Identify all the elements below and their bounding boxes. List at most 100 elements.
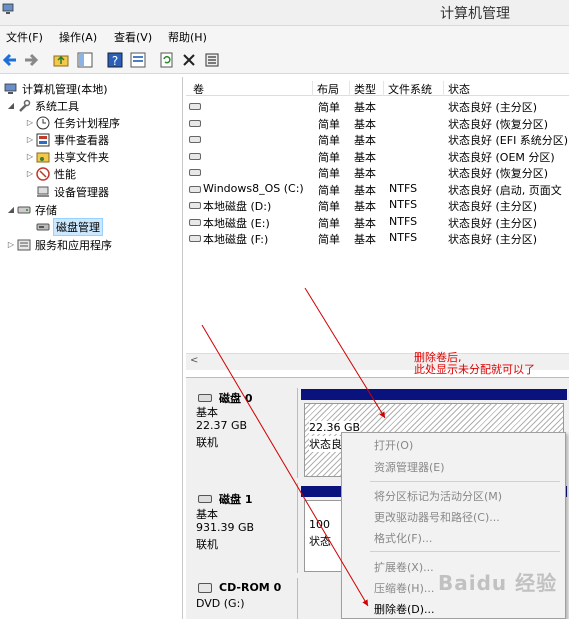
volume-status: 状态良好 (主分区) [448, 233, 538, 246]
menu-item-delete-volume[interactable]: 删除卷(D)... [374, 601, 435, 617]
volume-type: 基本 [354, 183, 376, 197]
menu-separator [370, 481, 560, 482]
forward-arrow-icon[interactable] [22, 51, 40, 69]
tree-item-system-tools[interactable]: ◢ 系统工具 [6, 97, 79, 114]
tree-item-device-manager[interactable]: 设备管理器 [25, 183, 109, 200]
disk-drive-icon [198, 394, 212, 402]
tree-item-disk-management[interactable]: 磁盘管理 [25, 217, 103, 236]
cd-drive-icon [198, 583, 212, 593]
volume-row[interactable]: 本地磁盘 (E:) 简单 基本 NTFS 状态良好 (主分区) [186, 214, 569, 230]
volume-name: 本地磁盘 (E:) [203, 216, 270, 230]
volume-status: 状态良好 (主分区) [448, 101, 538, 114]
volume-status: 状态良好 (EFI 系统分区) [448, 134, 569, 147]
volume-fs: NTFS [389, 231, 418, 244]
volume-layout: 简单 [318, 167, 340, 180]
expand-right-arrow-icon[interactable]: ▷ [25, 169, 35, 178]
volume-layout: 简单 [318, 183, 340, 197]
expand-right-arrow-icon[interactable]: ▷ [6, 240, 16, 249]
menu-file[interactable]: 文件(F) [6, 29, 43, 45]
header-volume[interactable]: 卷 [189, 81, 313, 96]
menu-item-format[interactable]: 格式化(F)... [374, 530, 432, 546]
expand-right-arrow-icon[interactable]: ▷ [25, 152, 35, 161]
shared-folder-icon [35, 149, 51, 165]
event-viewer-icon [35, 132, 51, 148]
volume-status: 状态良好 (恢复分区) [448, 167, 549, 180]
tree-item-computer-management[interactable]: 计算机管理(本地) [3, 80, 108, 97]
baidu-watermark: Baidu 经验 [438, 571, 558, 595]
show-hide-tree-icon[interactable] [76, 51, 94, 69]
disk-1-label[interactable]: 磁盘 1 基本 931.39 GB 联机 [189, 483, 298, 573]
menu-view[interactable]: 查看(V) [114, 29, 152, 45]
volume-disk-icon [189, 169, 201, 176]
volume-type: 基本 [354, 233, 376, 246]
disk-0-label[interactable]: 磁盘 0 基本 22.37 GB 联机 [189, 388, 298, 478]
disk-settings-icon[interactable] [203, 51, 221, 69]
tree-item-shared-folders[interactable]: ▷ 共享文件夹 [25, 148, 109, 165]
volume-layout: 简单 [318, 150, 340, 164]
computer-icon [3, 81, 19, 97]
expand-down-arrow-icon[interactable]: ◢ [6, 101, 16, 110]
toolbar: ? [0, 46, 569, 74]
delete-x-icon[interactable] [180, 51, 198, 69]
volume-disk-icon [189, 103, 201, 110]
computer-management-icon [2, 3, 14, 14]
menu-item-explorer[interactable]: 资源管理器(E) [374, 459, 445, 475]
volume-type: 基本 [354, 134, 376, 147]
volume-disk-icon [189, 136, 201, 143]
volume-row[interactable]: 简单 基本 状态良好 (恢复分区) [186, 115, 569, 131]
volume-row[interactable]: Windows8_OS (C:) 简单 基本 NTFS 状态良好 (启动, 页面文 [186, 181, 569, 197]
volume-row[interactable]: 简单 基本 状态良好 (恢复分区) [186, 164, 569, 180]
properties-icon[interactable] [129, 51, 147, 69]
expand-right-arrow-icon[interactable]: ▷ [25, 118, 35, 127]
menu-help[interactable]: 帮助(H) [168, 29, 207, 45]
volume-layout: 简单 [318, 200, 340, 213]
volume-row[interactable]: 本地磁盘 (F:) 简单 基本 NTFS 状态良好 (主分区) [186, 230, 569, 246]
volume-row[interactable]: 简单 基本 状态良好 (EFI 系统分区) [186, 131, 569, 147]
header-status[interactable]: 状态 [444, 81, 569, 96]
volume-row[interactable]: 简单 基本 状态良好 (主分区) [186, 98, 569, 114]
tree-item-storage[interactable]: ◢ 存储 [6, 201, 57, 218]
window-title: 计算机管理 [440, 6, 510, 22]
expand-down-arrow-icon[interactable]: ◢ [6, 205, 16, 214]
volume-layout: 简单 [318, 101, 340, 114]
tree-item-event-viewer[interactable]: ▷ 事件查看器 [25, 131, 109, 148]
volume-row[interactable]: 简单 基本 状态良好 (OEM 分区) [186, 148, 569, 164]
up-folder-icon[interactable] [52, 51, 70, 69]
volume-fs: NTFS [389, 181, 418, 195]
menu-item-shrink-volume[interactable]: 压缩卷(H)... [374, 580, 434, 596]
volume-disk-icon [189, 185, 201, 193]
refresh-icon[interactable] [158, 51, 176, 69]
header-filesystem[interactable]: 文件系统 [384, 81, 444, 96]
scroll-left-arrow-icon[interactable]: < [190, 355, 198, 366]
volume-status: 状态良好 (OEM 分区) [448, 150, 555, 164]
menu-item-open[interactable]: 打开(O) [374, 437, 413, 453]
tree-item-performance[interactable]: ▷ 性能 [25, 165, 76, 182]
title-bar: 计算机管理 [0, 0, 569, 26]
disk-drive-icon [198, 495, 212, 503]
menu-item-mark-active[interactable]: 将分区标记为活动分区(M) [374, 488, 502, 504]
menu-item-change-drive-letter[interactable]: 更改驱动器号和路径(C)... [374, 509, 500, 525]
header-layout[interactable]: 布局 [313, 81, 350, 96]
expand-right-arrow-icon[interactable]: ▷ [25, 135, 35, 144]
help-icon[interactable]: ? [106, 51, 124, 69]
cdrom-0-label[interactable]: CD-ROM 0 DVD (G:) [189, 578, 298, 619]
volume-disk-icon [189, 202, 201, 209]
storage-icon [16, 202, 32, 218]
red-annotation-text: 删除卷后, 此处显示未分配就可以了 [414, 351, 535, 376]
disk-0-partition-bar [301, 389, 567, 400]
volume-type: 基本 [354, 101, 376, 114]
menu-bar: 文件(F) 操作(A) 查看(V) 帮助(H) [0, 26, 569, 46]
menu-action[interactable]: 操作(A) [59, 29, 97, 45]
back-arrow-icon[interactable] [1, 51, 19, 69]
tree-item-task-scheduler[interactable]: ▷ 任务计划程序 [25, 114, 120, 131]
volume-disk-icon [189, 152, 201, 160]
volume-status: 状态良好 (主分区) [448, 200, 538, 213]
volume-table-header: 卷 布局 类型 文件系统 状态 [186, 80, 569, 96]
volume-type: 基本 [354, 117, 376, 131]
menu-item-extend-volume[interactable]: 扩展卷(X)... [374, 559, 434, 575]
header-type[interactable]: 类型 [350, 81, 384, 96]
tree-item-services-apps[interactable]: ▷ 服务和应用程序 [6, 236, 112, 253]
volume-disk-icon [189, 119, 201, 127]
volume-row[interactable]: 本地磁盘 (D:) 简单 基本 NTFS 状态良好 (主分区) [186, 197, 569, 213]
volume-name: 本地磁盘 (F:) [203, 233, 269, 246]
